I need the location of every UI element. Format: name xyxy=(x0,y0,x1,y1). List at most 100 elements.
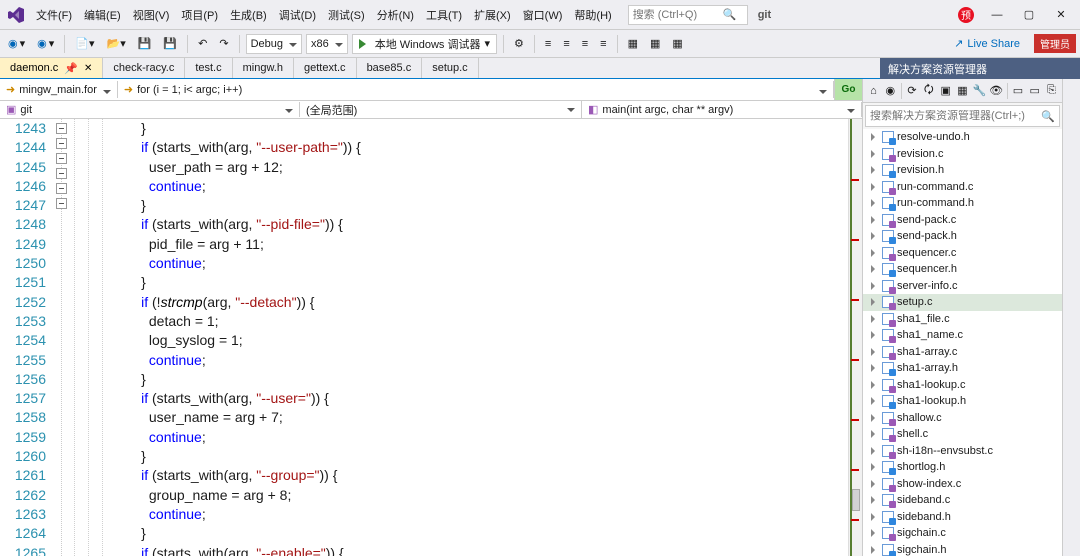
expand-icon[interactable] xyxy=(871,249,879,257)
solution-search[interactable]: 🔍 xyxy=(865,105,1060,127)
fold-toggle-icon[interactable] xyxy=(56,198,67,209)
tab-mingw-h[interactable]: mingw.h xyxy=(233,58,294,78)
code-line[interactable]: continue; xyxy=(110,177,848,196)
sol-showall-button[interactable]: ▦ xyxy=(954,82,971,100)
expand-icon[interactable] xyxy=(871,414,879,422)
expand-icon[interactable] xyxy=(871,216,879,224)
expand-icon[interactable] xyxy=(871,546,879,554)
fold-toggle-icon[interactable] xyxy=(56,138,67,149)
expand-icon[interactable] xyxy=(871,133,879,141)
menu-n[interactable]: 分析(N) xyxy=(371,6,420,26)
close-icon[interactable]: ✕ xyxy=(84,63,92,74)
expand-icon[interactable] xyxy=(871,166,879,174)
fold-toggle-icon[interactable] xyxy=(56,123,67,134)
code-line[interactable]: } xyxy=(110,273,848,292)
code-line[interactable]: user_path = arg + 12; xyxy=(110,158,848,177)
code-editor[interactable]: 1243124412451246124712481249125012511252… xyxy=(0,119,862,556)
expand-icon[interactable] xyxy=(871,381,879,389)
expand-icon[interactable] xyxy=(871,199,879,207)
code-line[interactable]: continue; xyxy=(110,254,848,273)
tree-item-show-index-c[interactable]: show-index.c xyxy=(863,476,1062,493)
tree-item-shallow-c[interactable]: shallow.c xyxy=(863,410,1062,427)
fold-cell[interactable] xyxy=(52,198,70,209)
global-search[interactable]: 🔍 xyxy=(628,5,748,25)
expand-icon[interactable] xyxy=(871,315,879,323)
tab-test-c[interactable]: test.c xyxy=(185,58,232,78)
tree-item-sideband-h[interactable]: sideband.h xyxy=(863,509,1062,526)
toolbar-misc-5[interactable]: ≡ xyxy=(596,36,610,52)
expand-icon[interactable] xyxy=(871,183,879,191)
code-line[interactable]: } xyxy=(110,447,848,466)
tab-setup-c[interactable]: setup.c xyxy=(422,58,478,78)
platform-dropdown[interactable]: x86 xyxy=(306,34,348,54)
expand-icon[interactable] xyxy=(871,331,879,339)
code-line[interactable]: group_name = arg + 8; xyxy=(110,486,848,505)
start-debug-button[interactable]: 本地 Windows 调试器 ▾ xyxy=(352,34,497,54)
menu-x[interactable]: 扩展(X) xyxy=(468,6,517,26)
tree-item-sha1-lookup-h[interactable]: sha1-lookup.h xyxy=(863,393,1062,410)
tree-item-shell-c[interactable]: shell.c xyxy=(863,426,1062,443)
expand-icon[interactable] xyxy=(871,282,879,290)
sol-view1-button[interactable]: ▭ xyxy=(1010,82,1027,100)
tree-item-sequencer-h[interactable]: sequencer.h xyxy=(863,261,1062,278)
toolbar-misc-7[interactable]: ▦ xyxy=(646,35,664,52)
fold-cell[interactable] xyxy=(52,168,70,179)
project-dropdown[interactable]: ▣git xyxy=(0,102,300,117)
tab-daemon-c[interactable]: daemon.c📌✕ xyxy=(0,58,103,78)
window-maximize-button[interactable]: ▢ xyxy=(1014,5,1044,25)
expand-icon[interactable] xyxy=(871,364,879,372)
member-dropdown[interactable]: ◧main(int argc, char ** argv) xyxy=(582,102,862,117)
solution-search-input[interactable] xyxy=(870,110,1041,122)
menu-h[interactable]: 帮助(H) xyxy=(568,6,617,26)
menu-w[interactable]: 窗口(W) xyxy=(517,6,569,26)
tree-item-sha1-array-h[interactable]: sha1-array.h xyxy=(863,360,1062,377)
sol-collapse-button[interactable]: ▣ xyxy=(937,82,954,100)
code-line[interactable]: } xyxy=(110,196,848,215)
tree-item-resolve-undo-h[interactable]: resolve-undo.h xyxy=(863,129,1062,146)
sol-home-button[interactable]: ⌂ xyxy=(865,82,882,100)
solution-tree[interactable]: resolve-undo.hrevision.crevision.hrun-co… xyxy=(863,129,1062,556)
expand-icon[interactable] xyxy=(871,150,879,158)
toolbar-misc-1[interactable]: ⚙ xyxy=(510,35,528,52)
expand-icon[interactable] xyxy=(871,447,879,455)
expand-icon[interactable] xyxy=(871,529,879,537)
code-line[interactable]: detach = 1; xyxy=(110,312,848,331)
toolbar-misc-6[interactable]: ▦ xyxy=(624,35,642,52)
vertical-scrollbar[interactable] xyxy=(848,119,862,556)
expand-icon[interactable] xyxy=(871,496,879,504)
sol-back-button[interactable]: ◉ xyxy=(882,82,899,100)
tree-item-sha1_file-c[interactable]: sha1_file.c xyxy=(863,311,1062,328)
tree-item-sequencer-c[interactable]: sequencer.c xyxy=(863,245,1062,262)
live-share-button[interactable]: ↗ Live Share xyxy=(948,37,1026,50)
code-line[interactable]: if (!strcmp(arg, "--detach")) { xyxy=(110,293,848,312)
menu-d[interactable]: 调试(D) xyxy=(273,6,322,26)
code-text[interactable]: } if (starts_with(arg, "--user-path=")) … xyxy=(110,119,848,556)
global-search-input[interactable] xyxy=(633,9,723,21)
tree-item-setup-c[interactable]: setup.c xyxy=(863,294,1062,311)
menu-s[interactable]: 测试(S) xyxy=(322,6,371,26)
tree-item-sha1-array-c[interactable]: sha1-array.c xyxy=(863,344,1062,361)
config-dropdown[interactable]: Debug xyxy=(246,34,302,54)
toolbar-misc-4[interactable]: ≡ xyxy=(578,36,592,52)
menu-e[interactable]: 编辑(E) xyxy=(78,6,127,26)
scope-dropdown-2[interactable]: ➜for (i = 1; i< argc; i++) xyxy=(118,81,834,98)
code-line[interactable]: } xyxy=(110,370,848,389)
fold-toggle-icon[interactable] xyxy=(56,153,67,164)
fold-cell[interactable] xyxy=(52,183,70,194)
nav-forward-button[interactable]: ◉▾ xyxy=(33,35,58,52)
sol-refresh-button[interactable]: 🗘 xyxy=(920,82,937,100)
expand-icon[interactable] xyxy=(871,480,879,488)
window-close-button[interactable]: ✕ xyxy=(1046,5,1076,25)
menu-p[interactable]: 项目(P) xyxy=(175,6,224,26)
code-line[interactable]: if (starts_with(arg, "--user-path=")) { xyxy=(110,138,848,157)
tree-item-send-pack-h[interactable]: send-pack.h xyxy=(863,228,1062,245)
sol-preview-button[interactable]: 👁 xyxy=(988,82,1005,100)
fold-cell[interactable] xyxy=(52,153,70,164)
collapsed-toolwindows-strip[interactable] xyxy=(1062,79,1080,556)
code-line[interactable]: } xyxy=(110,119,848,138)
sol-sync-button[interactable]: ⟳ xyxy=(904,82,921,100)
pin-icon[interactable]: 📌 xyxy=(64,62,78,75)
menu-t[interactable]: 工具(T) xyxy=(420,6,468,26)
code-line[interactable]: if (starts_with(arg, "--pid-file=")) { xyxy=(110,215,848,234)
code-line[interactable]: if (starts_with(arg, "--user=")) { xyxy=(110,389,848,408)
